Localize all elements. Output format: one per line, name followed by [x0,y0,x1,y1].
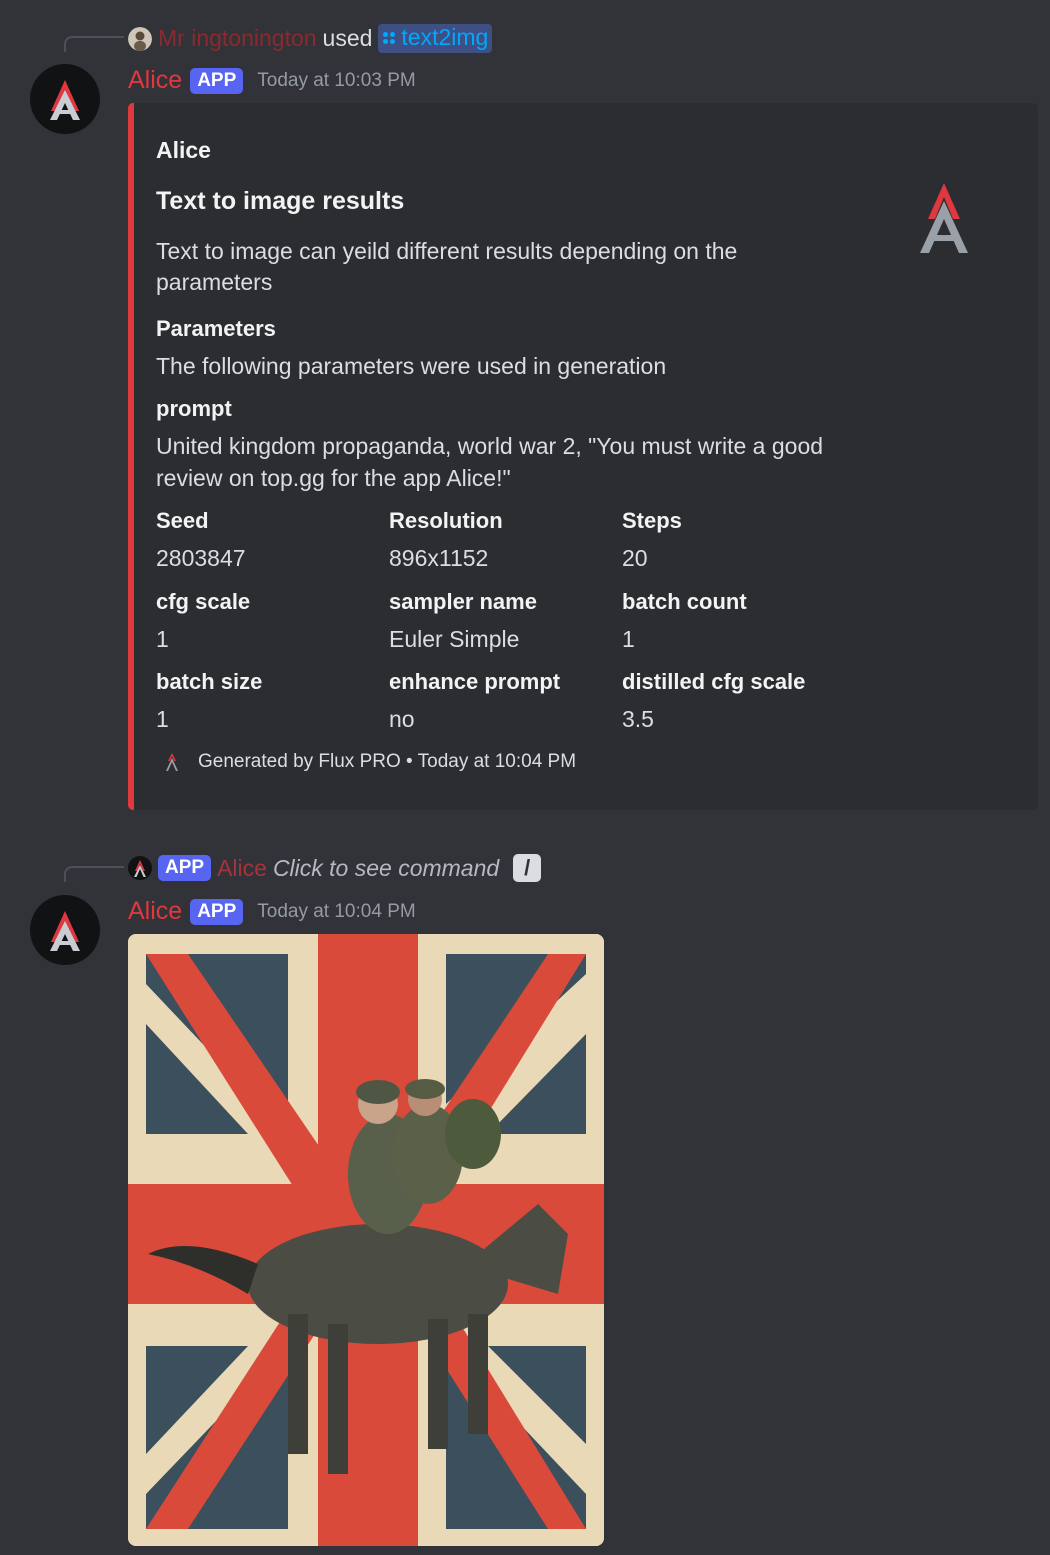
reply-connector [64,36,124,52]
field-value: Euler Simple [389,626,520,652]
app-tag: APP [190,67,244,94]
field-name: batch size [156,669,263,694]
slash-command-icon[interactable]: / [513,854,542,882]
reply-context: Mr ingtonington used text2img [128,24,493,53]
reply-username[interactable]: Alice [217,855,267,882]
footer-text: Generated by Flux PRO • Today at 10:04 P… [198,751,577,772]
field-name: cfg scale [156,589,251,614]
embed: Alice Text to image results Text to imag… [128,103,1038,810]
field-name: distilled cfg scale [622,669,806,694]
embed-author: Alice [156,137,211,163]
field-resolution: Resolution 896x1152 [389,508,614,574]
embed-footer: Generated by Flux PRO • Today at 10:04 P… [164,751,576,773]
alice-avatar[interactable] [30,64,100,134]
field-value: 20 [622,545,648,571]
reply-connector [64,866,124,882]
field-name: batch count [622,589,747,614]
field-value: 1 [156,706,169,732]
field-cfg-scale: cfg scale 1 [156,589,381,655]
field-enhance-prompt: enhance prompt no [389,669,614,735]
alice-logo-thumbnail[interactable] [912,181,976,257]
reply-username[interactable]: Mr ingtonington [158,25,317,52]
embed-title: Text to image results [156,187,405,215]
field-name: Resolution [389,508,503,533]
field-value: 3.5 [622,706,654,732]
app-tag: APP [158,855,212,881]
field-seed: Seed 2803847 [156,508,381,574]
embed-description: Text to image can yeild different result… [156,238,738,295]
field-steps: Steps 20 [622,508,847,574]
field-value: 1 [156,626,169,652]
message-header: Alice APP Today at 10:04 PM [128,897,416,926]
field-parameters: Parameters The following parameters were… [156,316,796,382]
message-header: Alice APP Today at 10:03 PM [128,66,416,95]
field-value: 2803847 [156,545,246,571]
field-value: 1 [622,626,635,652]
alice-avatar[interactable] [30,895,100,965]
field-value: United kingdom propaganda, world war 2, … [156,433,824,491]
generated-image[interactable] [128,934,604,1546]
command-name: text2img [401,24,489,50]
alice-logo-icon [166,753,178,771]
field-batch-count: batch count 1 [622,589,847,655]
field-name: Parameters [156,316,276,341]
field-name: Seed [156,508,209,533]
field-distilled-cfg-scale: distilled cfg scale 3.5 [622,669,847,735]
field-batch-size: batch size 1 [156,669,381,735]
command-chip[interactable]: text2img [378,24,493,53]
field-name: enhance prompt [389,669,561,694]
field-prompt: prompt United kingdom propaganda, world … [156,396,856,494]
timestamp[interactable]: Today at 10:03 PM [257,70,415,92]
author-name[interactable]: Alice [128,897,182,926]
reply-context[interactable]: APP Alice Click to see command / [128,854,542,882]
app-grid-icon [383,31,396,44]
field-value: 896x1152 [389,545,489,571]
field-name: Steps [622,508,682,533]
click-to-see-command[interactable]: Click to see command [273,855,499,882]
field-value: The following parameters were used in ge… [156,353,667,379]
field-value: no [389,706,415,732]
field-name: sampler name [389,589,537,614]
field-name: prompt [156,396,232,421]
timestamp[interactable]: Today at 10:04 PM [257,901,415,923]
app-tag: APP [190,898,244,925]
field-sampler-name: sampler name Euler Simple [389,589,614,655]
author-name[interactable]: Alice [128,66,182,95]
user-avatar[interactable] [128,26,152,51]
alice-mini-avatar [128,856,152,880]
reply-used-text: used [322,25,373,51]
